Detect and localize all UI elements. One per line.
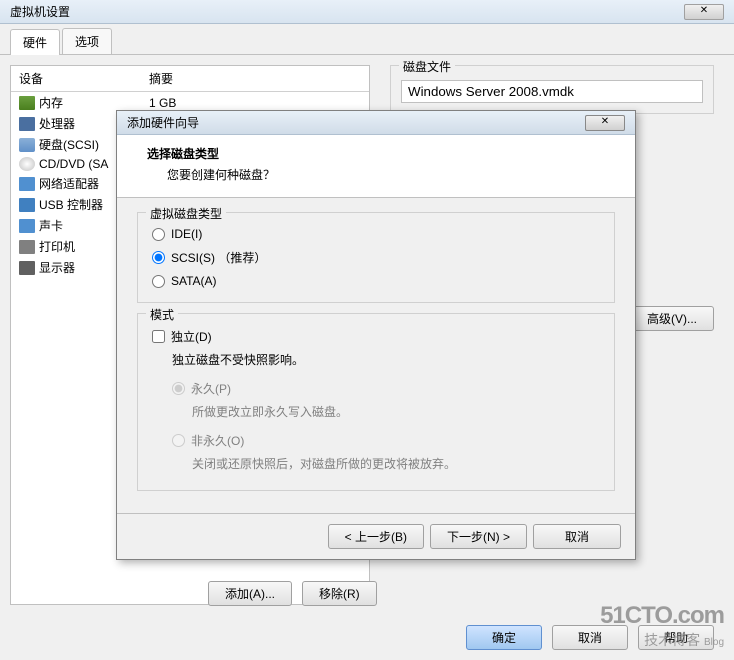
disk-type-legend: 虚拟磁盘类型 bbox=[146, 205, 226, 222]
disk-file-group: 磁盘文件 bbox=[390, 65, 714, 114]
usb-icon bbox=[19, 198, 35, 212]
display-icon bbox=[19, 261, 35, 275]
disk-file-input[interactable] bbox=[401, 80, 703, 103]
wizard-footer: < 上一步(B) 下一步(N) > 取消 bbox=[117, 513, 635, 559]
disk-icon bbox=[19, 138, 35, 152]
disk-file-label: 磁盘文件 bbox=[399, 58, 455, 75]
independent-desc: 独立磁盘不受快照影响。 bbox=[152, 349, 600, 376]
cd-icon bbox=[19, 157, 35, 171]
advanced-button[interactable]: 高级(V)... bbox=[630, 306, 714, 331]
back-button[interactable]: < 上一步(B) bbox=[328, 524, 424, 549]
col-device: 设备 bbox=[19, 70, 149, 87]
wizard-cancel-button[interactable]: 取消 bbox=[533, 524, 621, 549]
tab-options[interactable]: 选项 bbox=[62, 28, 112, 54]
mode-legend: 模式 bbox=[146, 306, 178, 323]
main-title: 虚拟机设置 bbox=[10, 3, 70, 20]
add-button[interactable]: 添加(A)... bbox=[208, 581, 292, 606]
wizard-title: 添加硬件向导 bbox=[127, 114, 199, 131]
next-button[interactable]: 下一步(N) > bbox=[430, 524, 527, 549]
ok-button[interactable]: 确定 bbox=[466, 625, 542, 650]
wizard-titlebar: 添加硬件向导 ✕ bbox=[117, 111, 635, 135]
wizard-header-title: 选择磁盘类型 bbox=[147, 145, 615, 162]
cpu-icon bbox=[19, 117, 35, 131]
printer-icon bbox=[19, 240, 35, 254]
remove-button[interactable]: 移除(R) bbox=[302, 581, 377, 606]
persistent-desc: 所做更改立即永久写入磁盘。 bbox=[172, 401, 600, 428]
radio-nonpersistent bbox=[172, 434, 185, 447]
col-summary: 摘要 bbox=[149, 70, 173, 87]
mode-fieldset: 模式 独立(D) 独立磁盘不受快照影响。 永久(P) 所做更改立即永久写入磁盘。… bbox=[137, 313, 615, 491]
tab-hardware[interactable]: 硬件 bbox=[10, 29, 60, 55]
sound-icon bbox=[19, 219, 35, 233]
tabs: 硬件 选项 bbox=[0, 24, 734, 55]
radio-persistent bbox=[172, 382, 185, 395]
close-icon[interactable]: ✕ bbox=[585, 115, 625, 131]
radio-scsi[interactable] bbox=[152, 251, 165, 264]
add-hardware-wizard: 添加硬件向导 ✕ 选择磁盘类型 您要创建何种磁盘？ 虚拟磁盘类型 IDE(I) … bbox=[116, 110, 636, 560]
main-titlebar: 虚拟机设置 ✕ bbox=[0, 0, 734, 24]
wizard-header: 选择磁盘类型 您要创建何种磁盘？ bbox=[117, 135, 635, 198]
nonpersistent-desc: 关闭或还原快照后，对磁盘所做的更改将被放弃。 bbox=[172, 453, 600, 480]
device-table-header: 设备 摘要 bbox=[11, 66, 369, 92]
disk-type-fieldset: 虚拟磁盘类型 IDE(I) SCSI(S) （推荐） SATA(A) bbox=[137, 212, 615, 303]
close-icon[interactable]: ✕ bbox=[684, 4, 724, 20]
radio-sata[interactable] bbox=[152, 275, 165, 288]
wizard-body: 虚拟磁盘类型 IDE(I) SCSI(S) （推荐） SATA(A) 模式 独立… bbox=[117, 198, 635, 515]
watermark: 51CTO.com 技术博客 Blog bbox=[600, 602, 724, 650]
checkbox-independent[interactable] bbox=[152, 330, 165, 343]
memory-icon bbox=[19, 96, 35, 110]
network-icon bbox=[19, 177, 35, 191]
radio-ide[interactable] bbox=[152, 228, 165, 241]
wizard-header-sub: 您要创建何种磁盘？ bbox=[147, 166, 615, 183]
